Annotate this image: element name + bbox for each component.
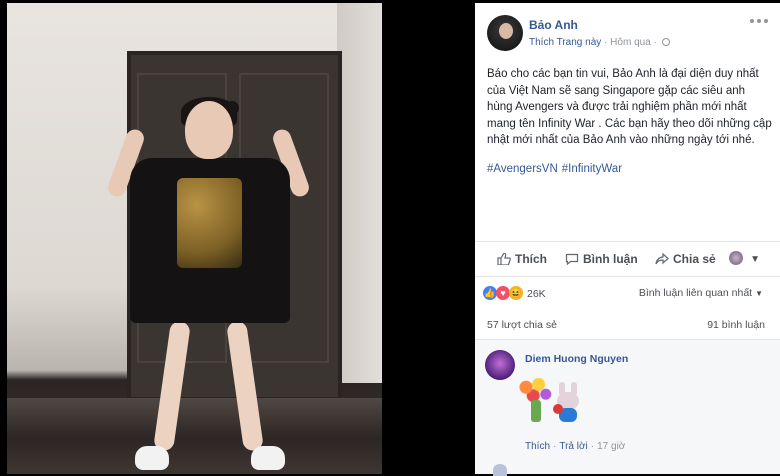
haha-reaction-icon[interactable]: 😆 bbox=[509, 286, 523, 300]
comment-like-link[interactable]: Thích bbox=[525, 441, 550, 452]
photo-person-shoe bbox=[135, 446, 169, 470]
post-meta: Thích Trang này · Hôm qua · bbox=[529, 37, 670, 48]
bunny-sticker-icon bbox=[551, 382, 581, 422]
like-page-link[interactable]: Thích Trang này bbox=[529, 37, 601, 48]
post-side-panel: Bảo Anh Thích Trang này · Hôm qua · Báo … bbox=[475, 3, 780, 476]
comment-reply-link[interactable]: Trả lời bbox=[559, 441, 587, 452]
caret-down-icon: ▼ bbox=[755, 289, 763, 298]
photo-person-shoe bbox=[251, 446, 285, 470]
chevron-down-icon: ▼ bbox=[750, 254, 760, 265]
comment-filter-label: Bình luận liên quan nhất bbox=[638, 287, 753, 299]
share-label: Chia sẻ bbox=[673, 252, 716, 266]
love-reaction-icon[interactable]: ♥ bbox=[496, 286, 510, 300]
comment-label: Bình luận bbox=[583, 252, 638, 266]
reaction-count[interactable]: 26K bbox=[527, 288, 546, 300]
react-as-selector[interactable]: ▼ bbox=[729, 251, 760, 265]
photo-floor bbox=[7, 398, 382, 474]
reactions-summary: 👍 ♥ 😆 26K Bình luận liên quan nhất ▼ bbox=[483, 286, 773, 304]
photo-shirt-print bbox=[177, 178, 242, 268]
post-photo[interactable] bbox=[7, 3, 382, 474]
photo-wall bbox=[337, 3, 382, 383]
share-icon bbox=[655, 253, 669, 265]
hashtag-link[interactable]: #AvengersVN bbox=[487, 163, 558, 175]
meta-separator: · bbox=[604, 37, 608, 48]
comment-actions: Thích · Trả lời · 17 giờ bbox=[525, 441, 626, 452]
author-avatar[interactable] bbox=[487, 15, 523, 51]
author-name[interactable]: Bảo Anh bbox=[529, 18, 578, 32]
like-reaction-icon[interactable]: 👍 bbox=[483, 286, 497, 300]
next-comment-avatar bbox=[493, 464, 507, 476]
comment-count[interactable]: 91 bình luận bbox=[707, 319, 765, 331]
photo-viewer bbox=[0, 0, 475, 474]
comment-sticker bbox=[517, 374, 587, 428]
globe-icon bbox=[661, 38, 670, 46]
meta-separator: · bbox=[653, 37, 657, 48]
thumbs-up-icon bbox=[497, 253, 511, 265]
page-avatar-small-icon bbox=[729, 251, 744, 265]
post-actions: Thích Bình luận Chia sẻ ▼ bbox=[475, 241, 780, 277]
commenter-avatar[interactable] bbox=[485, 350, 515, 380]
photo-person-face bbox=[185, 101, 233, 159]
engagement-counts: 57 lượt chia sẻ 91 bình luận bbox=[487, 319, 765, 331]
comment-icon bbox=[565, 253, 579, 265]
comment-filter-dropdown[interactable]: Bình luận liên quan nhất ▼ bbox=[639, 287, 763, 299]
post-time[interactable]: Hôm qua bbox=[610, 37, 651, 48]
comment-time[interactable]: 17 giờ bbox=[597, 441, 625, 452]
post-hashtags: #AvengersVN #InfinityWar bbox=[487, 163, 626, 175]
like-button[interactable]: Thích bbox=[497, 252, 547, 266]
flower-stem bbox=[531, 400, 541, 422]
share-count[interactable]: 57 lượt chia sẻ bbox=[487, 319, 557, 331]
more-options-icon[interactable] bbox=[750, 17, 768, 29]
comments-section: Diem Huong Nguyen Thích · Trả lời · 17 giờ bbox=[475, 339, 780, 476]
post-text: Báo cho các bạn tin vui, Bảo Anh là đại … bbox=[487, 68, 772, 146]
share-button[interactable]: Chia sẻ bbox=[655, 252, 716, 266]
comment-button[interactable]: Bình luận bbox=[565, 252, 638, 266]
hashtag-link[interactable]: #InfinityWar bbox=[562, 163, 622, 175]
commenter-name[interactable]: Diem Huong Nguyen bbox=[525, 353, 628, 365]
like-label: Thích bbox=[515, 252, 547, 266]
